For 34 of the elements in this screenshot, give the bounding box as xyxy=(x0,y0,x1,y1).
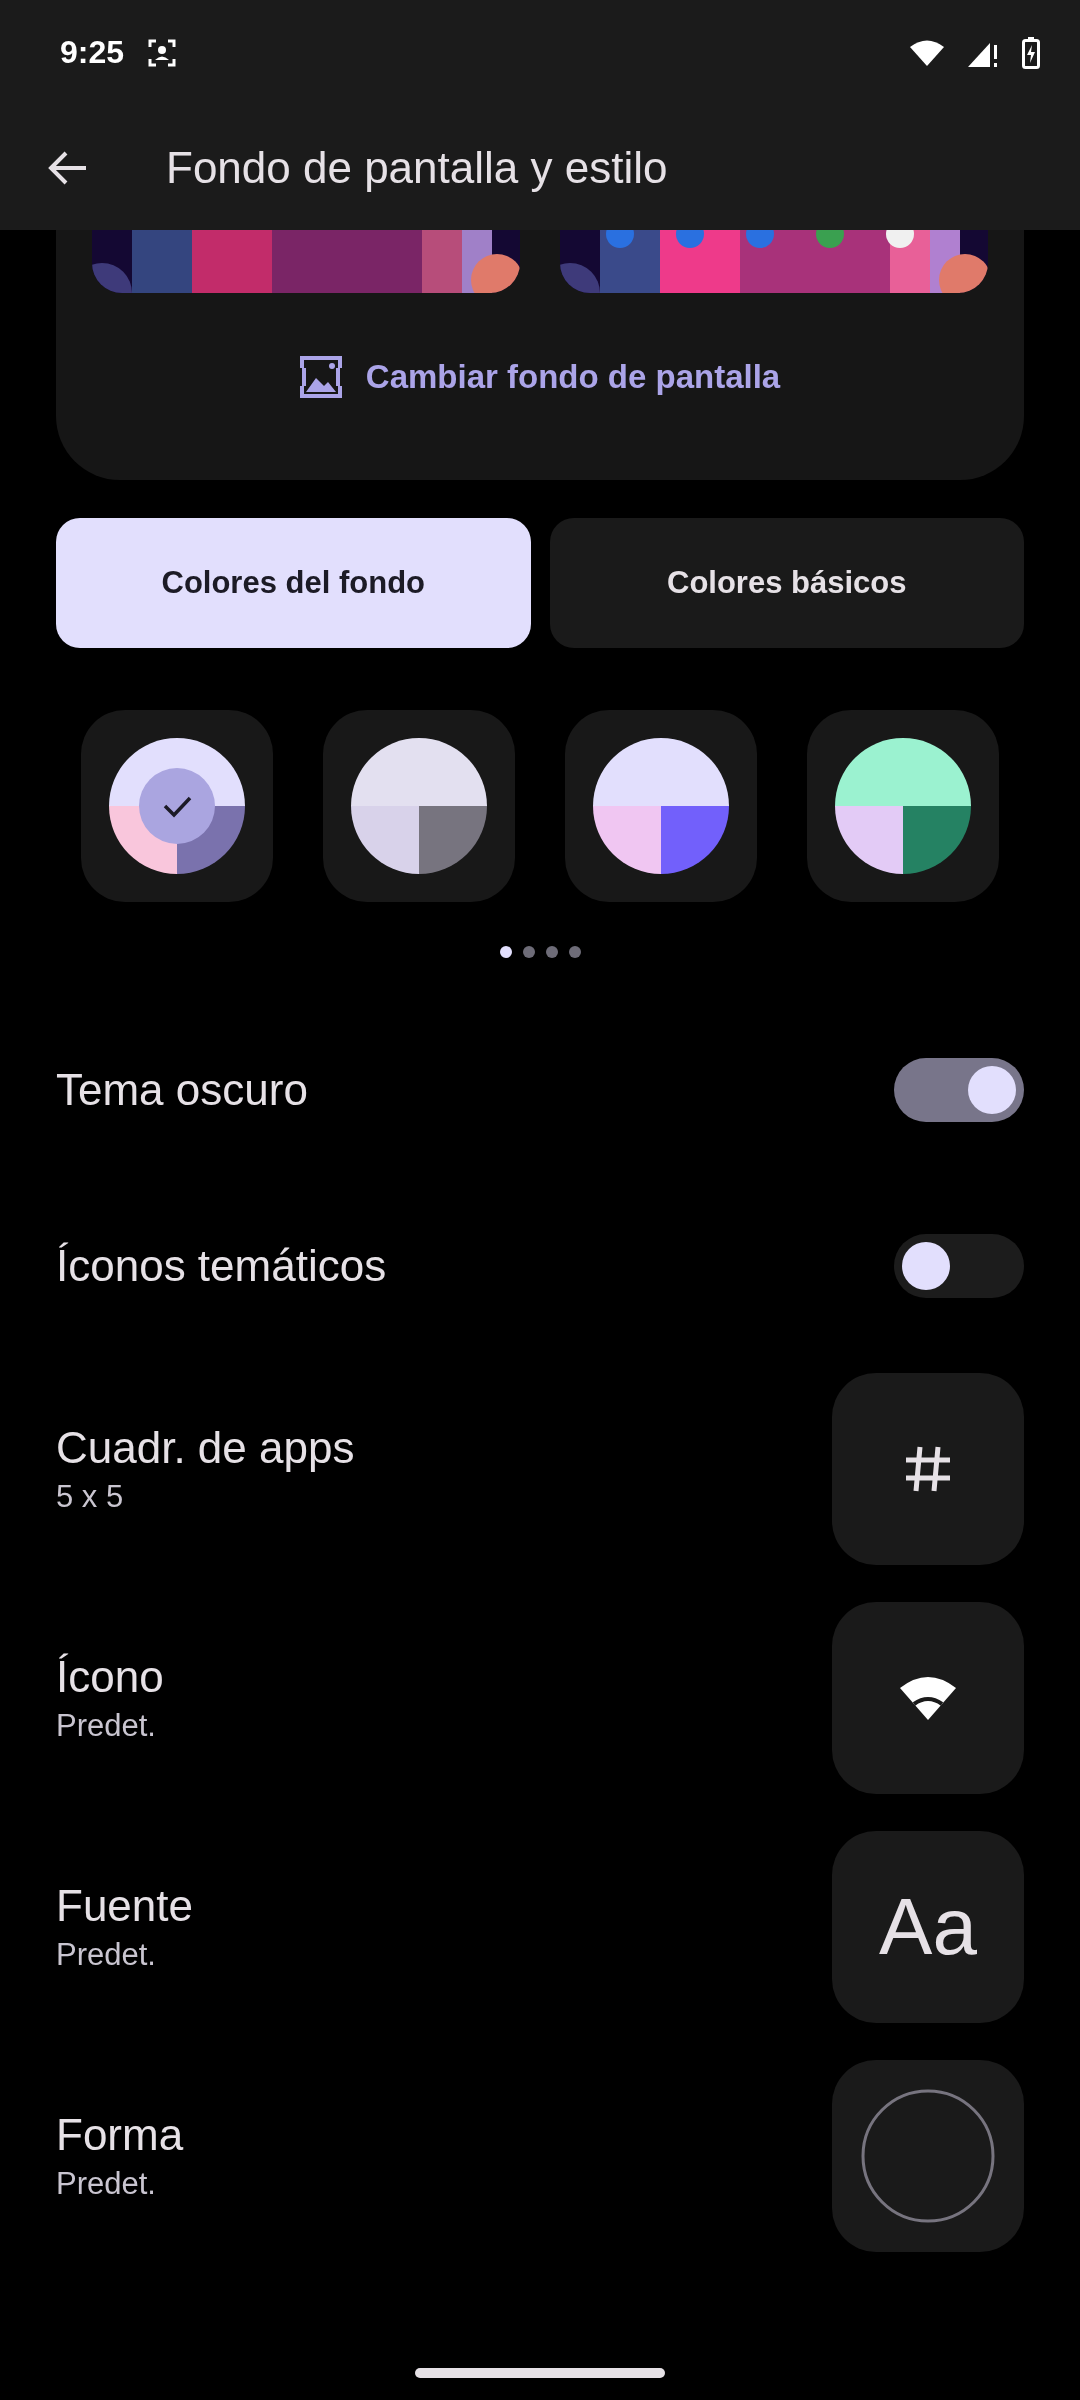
font-sample: Aa xyxy=(879,1880,977,1973)
battery-charging-icon xyxy=(1022,36,1040,69)
color-tab[interactable]: Colores del fondo xyxy=(56,518,531,648)
face-scan-icon xyxy=(148,38,177,67)
setting-value: Predet. xyxy=(56,1936,157,1973)
change-wallpaper-button[interactable]: Cambiar fondo de pantalla xyxy=(293,355,787,399)
status-time: 9:25 xyxy=(60,34,125,71)
preview-tile[interactable] xyxy=(832,1601,1024,1794)
preview-tile[interactable] xyxy=(832,1372,1024,1565)
color-wheel-icon xyxy=(835,738,971,874)
wifi-icon xyxy=(900,1675,956,1720)
color-wheel-icon xyxy=(351,738,487,874)
setting-value: Predet. xyxy=(56,1707,157,1744)
wifi-icon xyxy=(910,39,944,66)
color-tab[interactable]: Colores básicos xyxy=(549,518,1024,648)
color-option[interactable] xyxy=(565,710,757,902)
page-title: Fondo de pantalla y estilo xyxy=(166,142,668,193)
setting-title: Cuadr. de apps xyxy=(56,1422,355,1473)
setting-title: Forma xyxy=(56,2109,184,2160)
color-option[interactable] xyxy=(807,710,999,902)
color-wheel-icon xyxy=(593,738,729,874)
preview-tile[interactable] xyxy=(832,2059,1024,2252)
color-wheel-icon xyxy=(109,738,245,874)
setting-title: Fuente xyxy=(56,1880,193,1931)
circle-shape-icon xyxy=(861,2088,995,2223)
color-option[interactable] xyxy=(323,710,515,902)
color-option[interactable] xyxy=(81,710,273,902)
setting-value: 5 x 5 xyxy=(56,1478,125,1515)
setting-title: Tema oscuro xyxy=(56,1065,308,1115)
setting-title: Ícono xyxy=(56,1651,164,1702)
setting-value: Predet. xyxy=(56,2165,157,2202)
image-icon xyxy=(299,356,342,398)
preview-tile[interactable]: Aa xyxy=(832,1830,1024,2023)
setting-title: Íconos temáticos xyxy=(56,1241,387,1291)
